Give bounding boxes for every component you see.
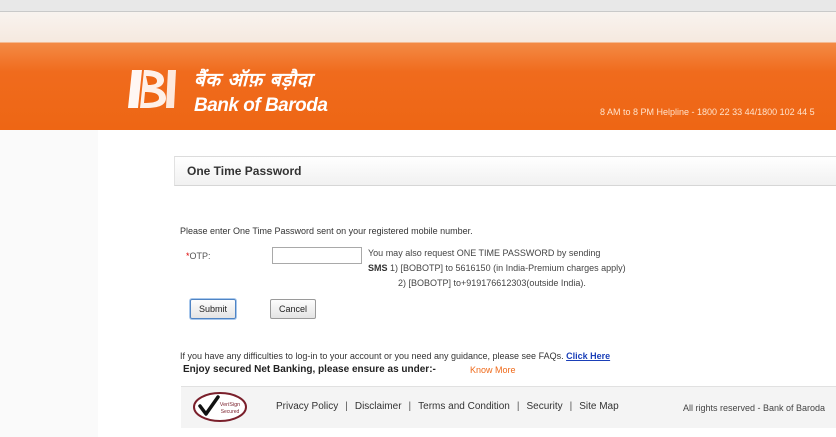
- footer-links: Privacy Policy | Disclaimer | Terms and Cond…: [276, 401, 619, 412]
- sms-request-line2: SMS 1) [BOBOTP] to 5616150 (in India-Pre…: [368, 263, 626, 273]
- browser-top-strip: [0, 0, 836, 12]
- footer-separator: |: [408, 401, 412, 412]
- badge-line2: Secured: [221, 409, 240, 415]
- click-here-link[interactable]: Click Here: [566, 351, 610, 361]
- footer-separator: |: [345, 401, 348, 412]
- sms-request-line3: 2) [BOBOTP] to+919176612303(outside Indi…: [398, 278, 586, 288]
- submit-button[interactable]: Submit: [190, 299, 236, 319]
- difficulty-message: If you have any difficulties to log-in t…: [180, 351, 567, 361]
- copyright-text: All rights reserved - Bank of Baroda: [683, 403, 826, 413]
- logo-english-text: Bank of Baroda: [194, 95, 328, 116]
- otp-label: *OTP:: [186, 251, 211, 261]
- footer-separator: |: [569, 401, 573, 412]
- otp-label-text: OTP:: [189, 251, 211, 261]
- otp-input[interactable]: [272, 247, 362, 264]
- page-title: One Time Password: [187, 164, 302, 178]
- site-map-link[interactable]: Site Map: [579, 401, 618, 412]
- secure-banking-heading: Enjoy secured Net Banking, please ensure…: [183, 364, 436, 375]
- verisign-secured-icon[interactable]: VeriSign Secured: [192, 391, 248, 423]
- disclaimer-link[interactable]: Disclaimer: [355, 401, 402, 412]
- help-difficulty-text: If you have any difficulties to log-in t…: [180, 351, 610, 361]
- privacy-policy-link[interactable]: Privacy Policy: [276, 401, 338, 412]
- cancel-button[interactable]: Cancel: [270, 299, 316, 319]
- sms-request-line1: You may also request ONE TIME PASSWORD b…: [368, 248, 601, 258]
- logo-hindi-text: बैंक ऑफ़ बड़ौदा: [194, 69, 313, 91]
- badge-line1: VeriSign: [220, 402, 241, 408]
- sms-india-text: 1) [BOBOTP] to 5616150 (in India-Premium…: [387, 263, 626, 273]
- security-link[interactable]: Security: [526, 401, 562, 412]
- helpline-text: 8 AM to 8 PM Helpline - 1800 22 33 44/18…: [600, 107, 815, 117]
- bank-of-baroda-logo-icon: [128, 70, 176, 108]
- otp-instruction: Please enter One Time Password sent on y…: [180, 226, 473, 236]
- footer-separator: |: [516, 401, 520, 412]
- terms-link[interactable]: Terms and Condition: [418, 401, 510, 412]
- sms-prefix: SMS: [368, 263, 388, 273]
- know-more-link[interactable]: Know More: [470, 365, 516, 375]
